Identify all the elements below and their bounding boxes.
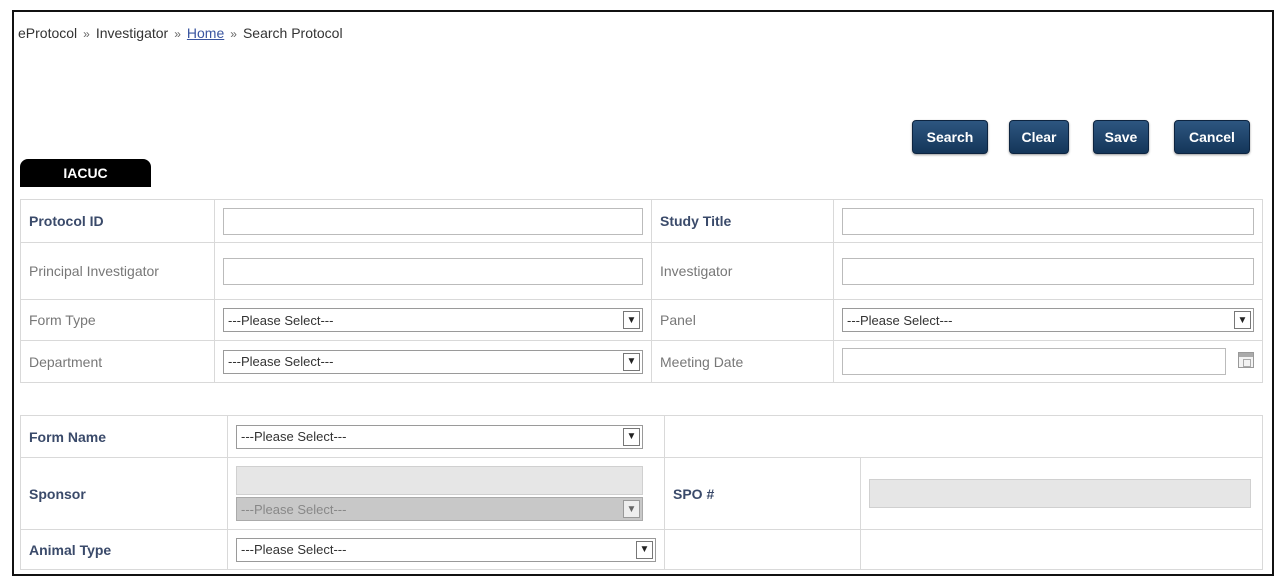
department-label: Department (20, 340, 215, 383)
sponsor-label: Sponsor (20, 457, 228, 530)
clear-button[interactable]: Clear (1009, 120, 1069, 154)
meeting-date-input[interactable] (842, 348, 1226, 375)
search-criteria-table: Protocol ID Study Title Principal Invest… (20, 199, 1263, 383)
form-name-selected-value: ---Please Select--- (241, 429, 347, 444)
panel-label: Panel (651, 299, 834, 341)
sponsor-selected-value: ---Please Select--- (241, 501, 347, 517)
study-title-label: Study Title (651, 199, 834, 243)
department-selected-value: ---Please Select--- (228, 354, 334, 369)
investigator-label: Investigator (651, 242, 834, 300)
spo-number-label: SPO # (664, 457, 861, 530)
panel-selected-value: ---Please Select--- (847, 312, 953, 328)
chevron-down-icon[interactable]: ▼ (623, 427, 640, 446)
chevron-down-icon[interactable]: ▼ (1234, 311, 1251, 329)
chevron-down-icon[interactable]: ▼ (623, 352, 640, 371)
search-button[interactable]: Search (912, 120, 988, 154)
breadcrumb-investigator: Investigator (95, 25, 169, 41)
sponsor-select: ---Please Select--- ▼ (236, 497, 643, 521)
sponsor-search-field (236, 466, 643, 495)
breadcrumb-current-page: Search Protocol (242, 25, 343, 41)
breadcrumb-separator: » (230, 27, 237, 41)
form-name-select[interactable]: ---Please Select--- ▼ (236, 424, 643, 449)
empty-cell (860, 529, 1263, 570)
chevron-down-icon[interactable]: ▼ (623, 311, 640, 329)
breadcrumb: eProtocol » Investigator » Home » Search Proto… (18, 25, 343, 41)
animal-type-selected-value: ---Please Select--- (241, 542, 347, 557)
meeting-date-field (842, 348, 1254, 375)
principal-investigator-label: Principal Investigator (20, 242, 215, 300)
form-name-label: Form Name (20, 415, 228, 458)
form-type-select[interactable]: ---Please Select--- ▼ (223, 308, 643, 332)
breadcrumb-eprotocol: eProtocol (18, 25, 78, 41)
investigator-input[interactable] (842, 257, 1254, 285)
department-select[interactable]: ---Please Select--- ▼ (223, 349, 643, 374)
protocol-id-input[interactable] (223, 207, 643, 235)
chevron-down-icon[interactable]: ▼ (636, 540, 653, 559)
empty-cell (664, 415, 1263, 458)
principal-investigator-input[interactable] (223, 257, 643, 285)
form-type-label: Form Type (20, 299, 215, 341)
breadcrumb-home-link[interactable]: Home (187, 25, 224, 41)
breadcrumb-separator: » (174, 27, 181, 41)
animal-type-label: Animal Type (20, 529, 228, 570)
form-type-selected-value: ---Please Select--- (228, 312, 334, 328)
calendar-icon[interactable] (1238, 352, 1254, 368)
tab-iacuc[interactable]: IACUC (20, 159, 151, 187)
additional-criteria-table: Form Name ---Please Select--- ▼ Sponsor … (20, 415, 1263, 570)
save-button[interactable]: Save (1093, 120, 1149, 154)
panel-select[interactable]: ---Please Select--- ▼ (842, 308, 1254, 332)
animal-type-select[interactable]: ---Please Select--- ▼ (236, 537, 656, 562)
empty-cell (664, 529, 861, 570)
meeting-date-label: Meeting Date (651, 340, 834, 383)
chevron-down-icon: ▼ (623, 500, 640, 518)
spo-number-input (869, 479, 1251, 508)
cancel-button[interactable]: Cancel (1174, 120, 1250, 154)
breadcrumb-separator: » (83, 27, 90, 41)
study-title-input[interactable] (842, 207, 1254, 235)
protocol-id-label: Protocol ID (20, 199, 215, 243)
